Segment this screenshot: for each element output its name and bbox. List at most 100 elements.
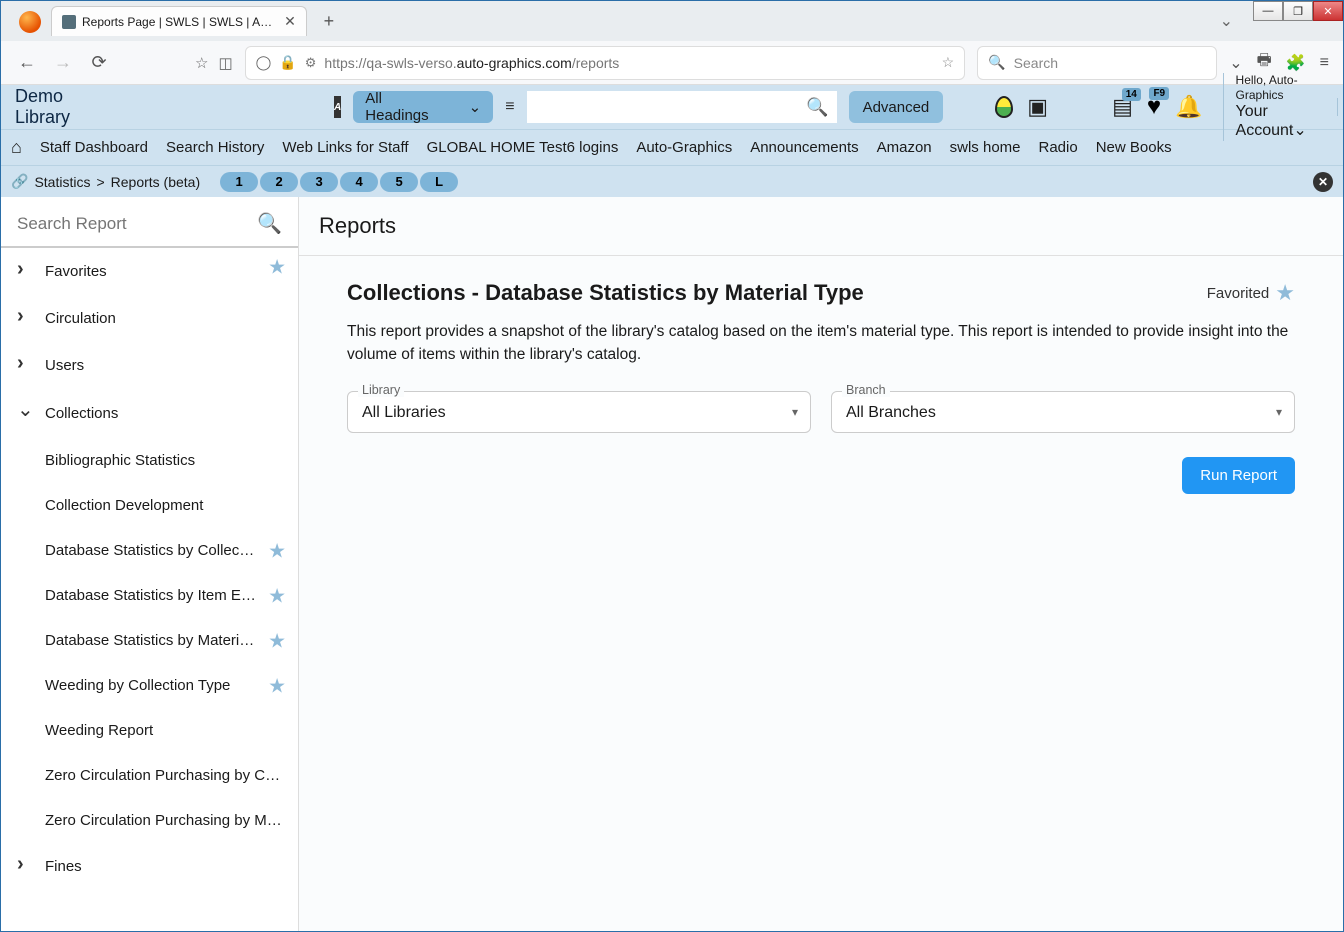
sidebar-group-circulation[interactable]: Circulation (1, 295, 298, 342)
close-icon[interactable]: ✕ (1313, 172, 1333, 192)
lock-icon: 🔒 (279, 54, 296, 71)
nav-link[interactable]: Web Links for Staff (282, 139, 408, 156)
tab-favicon-icon (62, 15, 76, 29)
star-icon[interactable]: ★ (268, 628, 286, 653)
account-menu[interactable]: Hello, Auto-Graphics Your Account⌄ (1223, 73, 1307, 140)
heading-select[interactable]: All Headings ⌄ (353, 91, 493, 123)
sidebar-group-label: Circulation (45, 310, 116, 327)
sidebar-group-users[interactable]: Users (1, 342, 298, 389)
print-icon[interactable]: 🖶 (1257, 49, 1272, 76)
nav-forward-button[interactable]: → (51, 52, 75, 73)
sidebar-item[interactable]: Zero Circulation Purchasing by Collect… (1, 753, 298, 798)
window-close-button[interactable]: ✕ (1313, 1, 1343, 21)
star-icon[interactable]: ★ (268, 538, 286, 563)
nav-back-button[interactable]: ← (15, 52, 39, 73)
window-minimize-button[interactable]: — (1253, 1, 1283, 21)
heading-select-label: All Headings (365, 90, 428, 124)
menu-icon[interactable]: ≡ (1320, 54, 1329, 72)
branch-select[interactable]: Branch All Branches ▾ (831, 391, 1295, 433)
sidebar-group-label: Collections (45, 405, 118, 422)
chevron-down-icon: ⌄ (1293, 122, 1306, 139)
sidebar-search-input[interactable] (17, 214, 257, 234)
step-pill[interactable]: 3 (300, 172, 338, 192)
nav-link[interactable]: Announcements (750, 139, 858, 156)
nav-link[interactable]: New Books (1096, 139, 1172, 156)
sidebar-item[interactable]: Database Statistics by Item Except…★ (1, 573, 298, 618)
sidebar-group-label: Favorites (45, 263, 107, 280)
step-pill[interactable]: 1 (220, 172, 258, 192)
main-search-input[interactable] (535, 99, 807, 115)
account-hello: Hello, Auto-Graphics (1236, 73, 1307, 102)
new-tab-button[interactable]: + (315, 7, 343, 35)
sidebar-item[interactable]: Database Statistics by Material Ty…★ (1, 618, 298, 663)
sidebar-search: 🔍 (1, 197, 298, 248)
library-value: All Libraries (362, 400, 796, 422)
notifications-bell-icon[interactable]: 🔔 (1175, 94, 1202, 120)
content-header: Reports (299, 197, 1343, 256)
chevron-right-icon (17, 260, 31, 283)
chevron-down-icon (17, 401, 31, 426)
sidebar-group-label: Users (45, 357, 84, 374)
nav-link[interactable]: Search History (166, 139, 264, 156)
favorites-heart-icon[interactable]: ♥F9 (1147, 93, 1161, 121)
search-icon[interactable]: 🔍 (806, 97, 828, 118)
report-title: Collections - Database Statistics by Mat… (347, 280, 864, 306)
sidebar-item[interactable]: Weeding Report (1, 708, 298, 753)
library-select[interactable]: Library All Libraries ▾ (347, 391, 811, 433)
sidebar-item[interactable]: Database Statistics by Collection …★ (1, 528, 298, 573)
sidebar-item[interactable]: Weeding by Collection Type★ (1, 663, 298, 708)
logout-link[interactable]: Logout (1337, 98, 1344, 116)
sidebar-item[interactable]: Bibliographic Statistics (1, 438, 298, 483)
sidebar-item[interactable]: Zero Circulation Purchasing by Materi… (1, 798, 298, 843)
chevron-right-icon (17, 855, 31, 878)
step-pill[interactable]: L (420, 172, 458, 192)
nav-link[interactable]: Staff Dashboard (40, 139, 148, 156)
search-placeholder: Search (1014, 55, 1058, 71)
app-header: Demo Library A All Headings ⌄ ≡ 🔍 Advanc… (1, 85, 1343, 129)
caret-down-icon: ▾ (792, 405, 798, 419)
balloon-icon[interactable] (995, 96, 1013, 118)
lists-icon[interactable]: ▤14 (1112, 94, 1133, 120)
run-report-button[interactable]: Run Report (1182, 457, 1295, 494)
step-pill[interactable]: 2 (260, 172, 298, 192)
pocket-icon[interactable]: ⌄ (1229, 53, 1242, 73)
nav-reload-button[interactable]: ⟳ (87, 52, 111, 73)
step-pill[interactable]: 5 (380, 172, 418, 192)
lists-badge: 14 (1122, 88, 1141, 101)
url-star-icon[interactable]: ☆ (942, 54, 955, 71)
window-maximize-button[interactable]: ❐ (1283, 1, 1313, 21)
nav-link[interactable]: Amazon (877, 139, 932, 156)
tab-close-icon[interactable]: ✕ (284, 13, 296, 30)
search-icon[interactable]: 🔍 (257, 211, 282, 236)
firefox-icon (19, 11, 41, 33)
star-icon[interactable]: ★ (268, 673, 286, 698)
nav-link[interactable]: Radio (1039, 139, 1078, 156)
home-icon[interactable]: ⌂ (11, 137, 22, 158)
browser-search-field[interactable]: 🔍 Search (977, 46, 1217, 80)
nav-link[interactable]: swls home (950, 139, 1021, 156)
step-pill[interactable]: 4 (340, 172, 378, 192)
sidebar-item[interactable]: Collection Development (1, 483, 298, 528)
database-icon[interactable]: ≡ (505, 98, 514, 116)
language-icon[interactable]: A (334, 96, 341, 118)
nav-link[interactable]: GLOBAL HOME Test6 logins (427, 139, 619, 156)
favorited-toggle[interactable]: Favorited ★ (1207, 280, 1295, 306)
scanner-icon[interactable]: ▣ (1027, 94, 1048, 120)
sidebar-group-favorites[interactable]: Favorites ★ (1, 248, 298, 295)
advanced-search-button[interactable]: Advanced (849, 91, 944, 123)
tabs-dropdown-icon[interactable]: ⌄ (1220, 11, 1233, 31)
favorited-label: Favorited (1207, 285, 1270, 302)
star-icon[interactable]: ★ (268, 583, 286, 608)
url-field[interactable]: ◯ 🔒 ⚙ https://qa-swls-verso.auto-graphic… (245, 46, 966, 80)
chevron-down-icon: ⌄ (469, 98, 482, 116)
breadcrumb-root[interactable]: Statistics (34, 174, 90, 190)
nav-link[interactable]: Auto-Graphics (636, 139, 732, 156)
sidebar-group-fines[interactable]: Fines (1, 843, 298, 890)
bookmark-star-icon[interactable]: ☆ (195, 54, 208, 72)
breadcrumb-bar: 🔗 Statistics > Reports (beta) 1 2 3 4 5 … (1, 165, 1343, 197)
containers-icon[interactable]: ◫ (218, 54, 232, 72)
browser-tab[interactable]: Reports Page | SWLS | SWLS | A… ✕ (51, 6, 307, 36)
star-icon[interactable]: ★ (268, 254, 286, 279)
extensions-icon[interactable]: 🧩 (1286, 53, 1306, 73)
sidebar-group-collections[interactable]: Collections (1, 389, 298, 438)
